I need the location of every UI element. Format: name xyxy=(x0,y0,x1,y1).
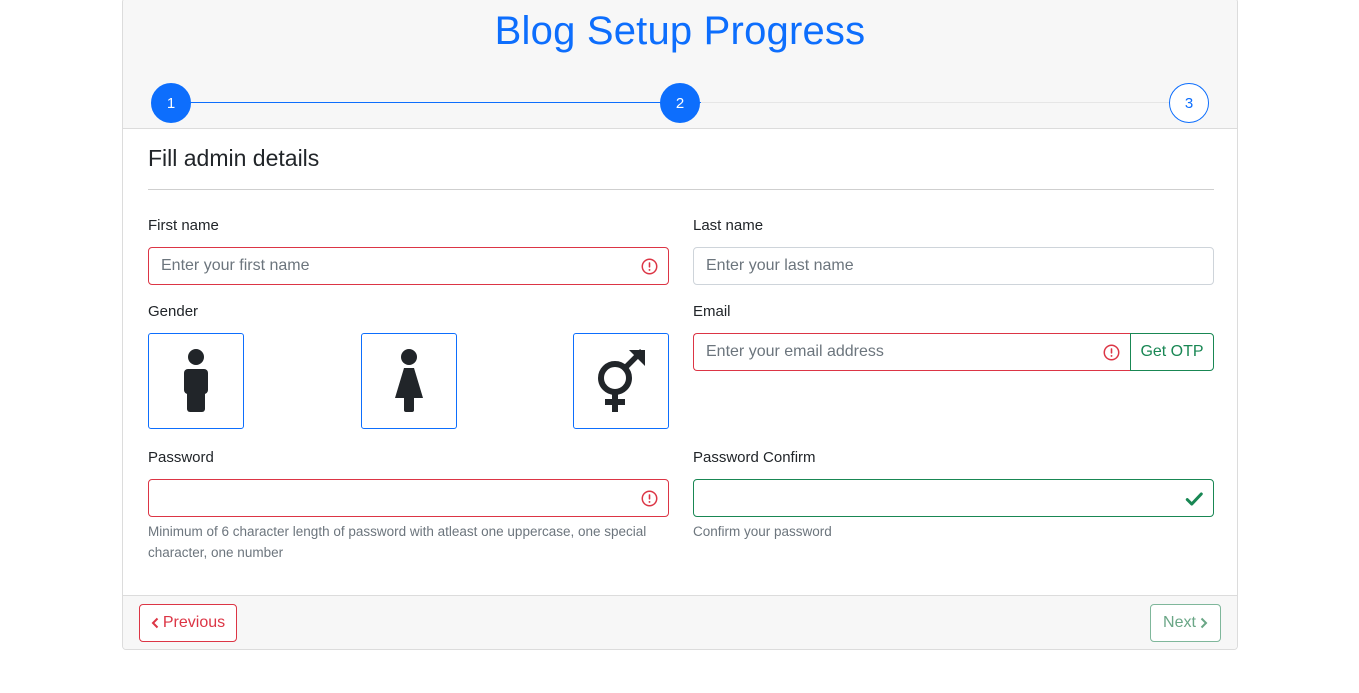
error-icon xyxy=(641,490,658,507)
password-input[interactable] xyxy=(148,479,669,517)
last-name-placeholder: Enter your last name xyxy=(706,257,854,274)
step-1[interactable]: 1 xyxy=(151,83,191,123)
chevron-left-icon xyxy=(151,617,159,629)
password-confirm-label: Password Confirm xyxy=(693,449,816,466)
gender-label: Gender xyxy=(148,303,199,320)
next-button[interactable]: Next xyxy=(1150,604,1221,642)
error-icon xyxy=(1103,344,1120,361)
gender-option-transgender[interactable] xyxy=(573,333,669,429)
password-label: Password xyxy=(148,449,214,466)
password-confirm-input[interactable] xyxy=(693,479,1214,517)
female-icon xyxy=(395,349,423,412)
progress-track-pending xyxy=(701,102,1191,103)
step-3[interactable]: 3 xyxy=(1169,83,1209,123)
setup-card: Blog Setup Progress 1 2 3 Fill admin det… xyxy=(122,0,1238,650)
transgender-icon xyxy=(598,349,645,412)
email-label: Email xyxy=(693,303,731,320)
last-name-input[interactable]: Enter your last name xyxy=(693,247,1214,285)
email-placeholder: Enter your email address xyxy=(706,343,884,360)
chevron-right-icon xyxy=(1200,617,1208,629)
first-name-label: First name xyxy=(148,217,219,234)
section-title: Fill admin details xyxy=(148,145,320,171)
card-footer: Previous Next xyxy=(123,595,1237,649)
last-name-label: Last name xyxy=(693,217,764,234)
password-help-text: Minimum of 6 character length of passwor… xyxy=(148,524,647,560)
error-icon xyxy=(641,258,658,275)
get-otp-button[interactable]: Get OTP xyxy=(1130,333,1214,371)
checkmark-icon xyxy=(1185,492,1203,506)
email-input[interactable]: Enter your email address xyxy=(693,333,1130,371)
previous-button[interactable]: Previous xyxy=(139,604,237,642)
gender-option-male[interactable] xyxy=(148,333,244,429)
step-2[interactable]: 2 xyxy=(660,83,700,123)
section-divider xyxy=(148,189,1214,190)
gender-option-female[interactable] xyxy=(361,333,457,429)
progress-track-complete xyxy=(171,102,709,103)
first-name-input[interactable]: Enter your first name xyxy=(148,247,669,285)
first-name-placeholder: Enter your first name xyxy=(161,257,310,274)
next-label: Next xyxy=(1163,614,1196,631)
previous-label: Previous xyxy=(162,614,226,631)
password-confirm-help-text: Confirm your password xyxy=(693,524,832,539)
progress-header: Blog Setup Progress 1 2 3 xyxy=(123,0,1237,129)
page-title: Blog Setup Progress xyxy=(494,9,866,53)
male-icon xyxy=(184,349,208,412)
